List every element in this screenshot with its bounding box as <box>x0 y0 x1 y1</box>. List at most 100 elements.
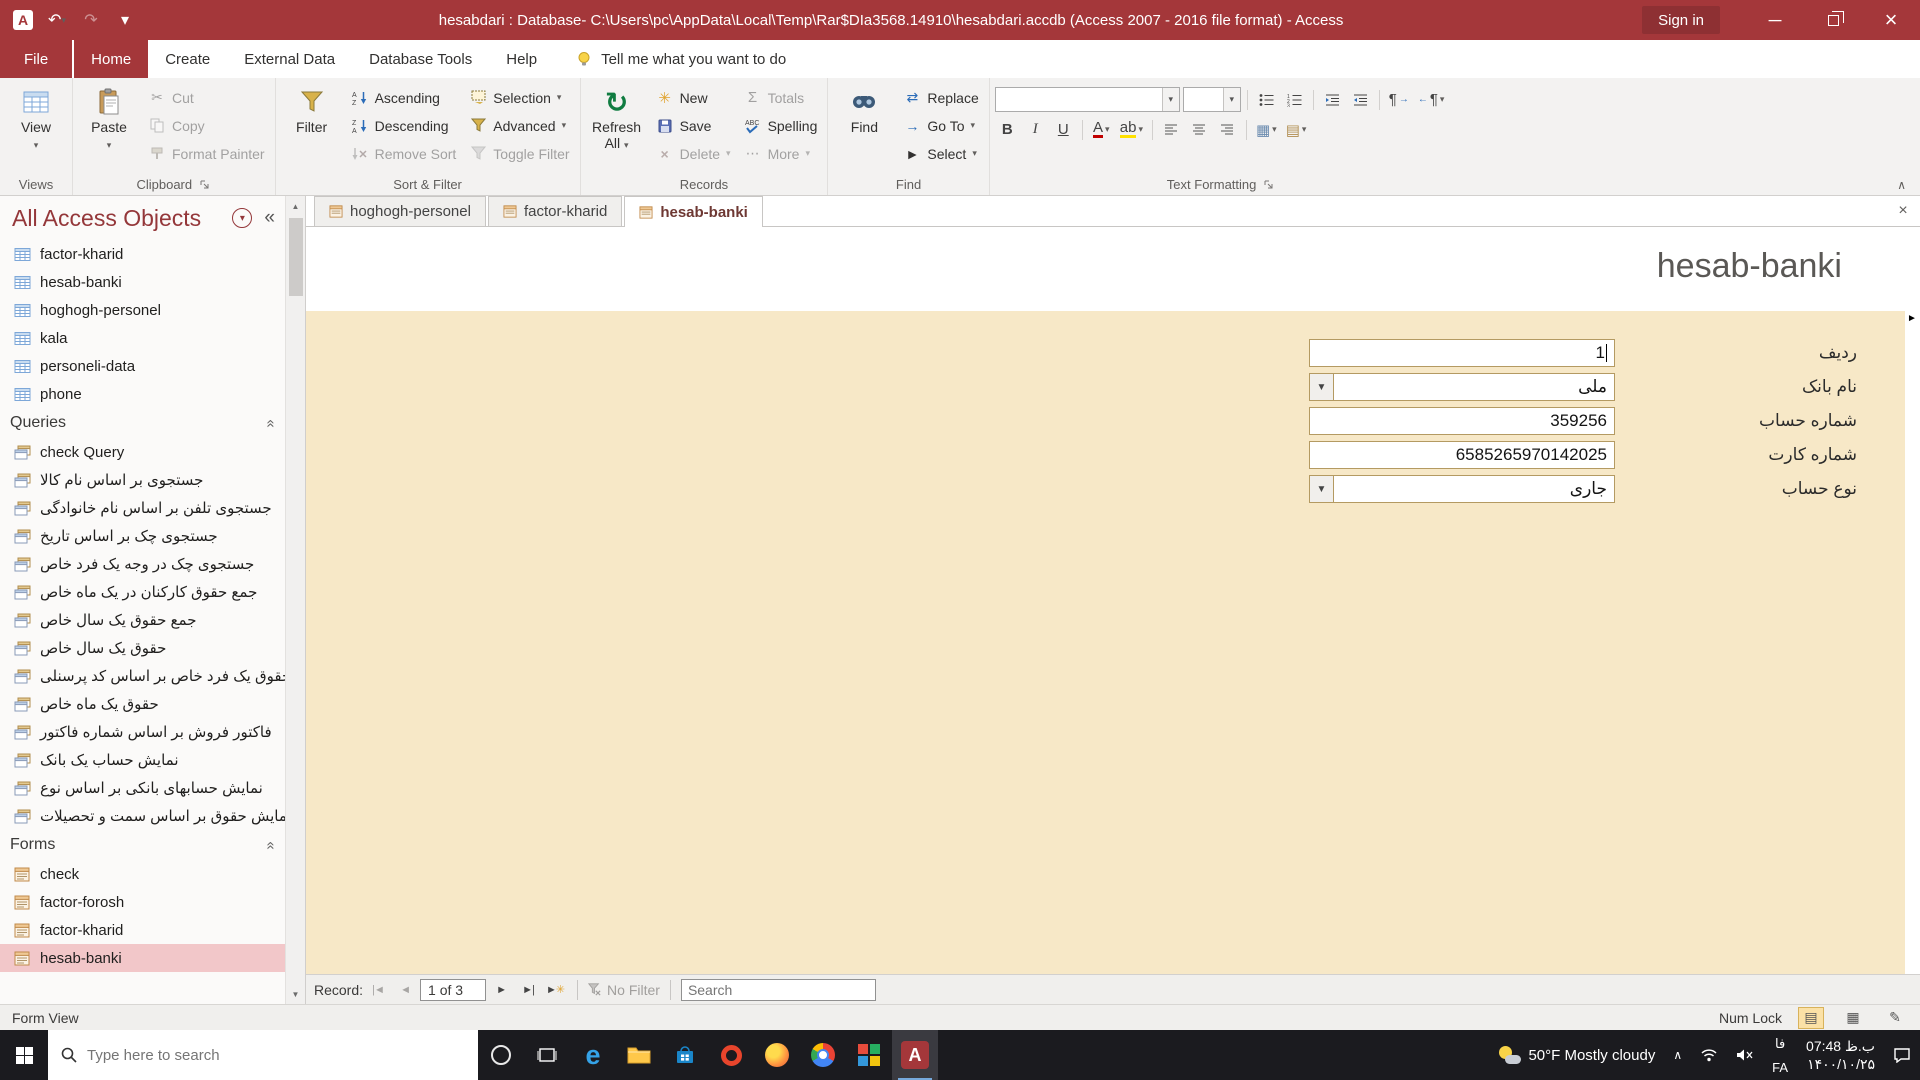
sidebar-item-query[interactable]: فاکتور فروش بر اساس شماره فاکتور <box>0 718 285 746</box>
access-app-icon[interactable]: A <box>8 5 38 35</box>
new-record-button[interactable]: ✳ New <box>651 84 736 111</box>
gridlines-button[interactable]: ▦ ▾ <box>1253 117 1280 142</box>
numbering-button[interactable]: 123 <box>1282 87 1307 112</box>
doc-tab-factor-kharid[interactable]: factor-kharid <box>487 196 623 226</box>
left-to-right-button[interactable]: ¶ → <box>1386 87 1412 112</box>
right-to-left-button[interactable]: ← ¶ ▾ <box>1415 87 1448 112</box>
clock[interactable]: 07:48 ب.ظ ۱۴۰۰/۱۰/۲۵ <box>1797 1030 1884 1080</box>
sidebar-item-form[interactable]: check <box>0 860 285 888</box>
tell-me-box[interactable]: Tell me what you want to do <box>576 40 786 78</box>
filter-button[interactable]: Filter <box>281 81 343 135</box>
delete-record-button[interactable]: × Delete ▾ <box>651 140 736 167</box>
volume-icon[interactable] <box>1727 1030 1763 1080</box>
format-painter-button[interactable]: Format Painter <box>143 140 270 167</box>
task-view-icon[interactable] <box>524 1030 570 1080</box>
highlight-color-button[interactable]: ab ▾ <box>1117 117 1146 142</box>
sidebar-section-forms[interactable]: Forms « <box>0 830 285 860</box>
remove-sort-button[interactable]: Remove Sort <box>346 140 462 167</box>
close-document-icon[interactable]: × <box>1886 196 1920 226</box>
tab-create[interactable]: Create <box>148 40 227 78</box>
no-filter-button[interactable]: No Filter <box>588 982 660 998</box>
font-color-button[interactable]: A ▾ <box>1089 117 1114 142</box>
store-icon[interactable] <box>662 1030 708 1080</box>
qat-customize-icon[interactable]: ▾ <box>110 5 140 35</box>
tab-home[interactable]: Home <box>74 40 149 78</box>
sign-in-button[interactable]: Sign in <box>1642 6 1720 34</box>
sidebar-item-table[interactable]: phone <box>0 380 285 408</box>
sidebar-item-query[interactable]: نمایش حسابهای بانکی بر اساس نوع <box>0 774 285 802</box>
design-view-button[interactable]: ✎ <box>1882 1007 1908 1029</box>
previous-record-button[interactable]: ◄ <box>393 979 417 1001</box>
record-position[interactable]: 1 of 3 <box>420 978 487 1001</box>
refresh-all-button[interactable]: ↻ Refresh All ▾ <box>586 81 648 153</box>
toggle-filter-button[interactable]: Toggle Filter <box>464 140 574 167</box>
cut-button[interactable]: ✂ Cut <box>143 84 270 111</box>
totals-button[interactable]: Σ Totals <box>739 84 823 111</box>
chrome-icon[interactable] <box>800 1030 846 1080</box>
sidebar-item-query[interactable]: جستجوی بر اساس نام کالا <box>0 466 285 494</box>
minimize-button[interactable]: ─ <box>1746 0 1804 40</box>
access-taskbar-icon[interactable]: A <box>892 1030 938 1080</box>
sidebar-item-query[interactable]: نمایش حقوق بر اساس سمت و تحصیلات <box>0 802 285 830</box>
action-center-icon[interactable] <box>1884 1030 1920 1080</box>
sidebar-item-table[interactable]: hesab-banki <box>0 268 285 296</box>
sidebar-item-query[interactable]: حقوق یک سال خاص <box>0 634 285 662</box>
sidebar-section-queries[interactable]: Queries « <box>0 408 285 438</box>
new-record-nav-button[interactable]: ► ✳ <box>543 979 567 1001</box>
combo-dropdown-icon[interactable]: ▼ <box>1310 374 1334 400</box>
start-button[interactable] <box>0 1030 48 1080</box>
cortana-icon[interactable] <box>478 1030 524 1080</box>
increase-indent-button[interactable] <box>1348 87 1373 112</box>
file-explorer-icon[interactable] <box>616 1030 662 1080</box>
bank-name-combo[interactable]: ▼ ملی <box>1309 373 1615 401</box>
edge-icon[interactable]: e <box>570 1030 616 1080</box>
sidebar-item-table[interactable]: personeli-data <box>0 352 285 380</box>
card-number-input[interactable]: 6585265970142025 <box>1309 441 1615 469</box>
align-left-button[interactable] <box>1159 117 1184 142</box>
hidden-icons-chevron[interactable]: ∧ <box>1664 1030 1691 1080</box>
taskbar-search-box[interactable] <box>48 1030 478 1080</box>
sidebar-item-query[interactable]: حقوق یک فرد خاص بر اساس کد پرسنلی <box>0 662 285 690</box>
restore-button[interactable] <box>1804 0 1862 40</box>
paste-button[interactable]: Paste ▾ <box>78 81 140 153</box>
sidebar-item-table[interactable]: hoghogh-personel <box>0 296 285 324</box>
account-number-input[interactable]: 359256 <box>1309 407 1615 435</box>
view-button[interactable]: View ▾ <box>5 81 67 153</box>
go-to-button[interactable]: → Go To ▾ <box>898 112 983 139</box>
sidebar-item-query[interactable]: check Query <box>0 438 285 466</box>
decrease-indent-button[interactable] <box>1320 87 1345 112</box>
first-record-button[interactable]: |◄ <box>366 979 390 1001</box>
last-record-button[interactable]: ►| <box>516 979 540 1001</box>
font-size-combo[interactable]: ▾ <box>1182 87 1241 112</box>
select-button[interactable]: ► Select ▾ <box>898 140 983 167</box>
alternate-row-color-button[interactable]: ▤ ▾ <box>1283 117 1310 142</box>
collapse-ribbon-icon[interactable]: ∧ <box>1897 178 1906 192</box>
tab-external-data[interactable]: External Data <box>227 40 352 78</box>
network-icon[interactable] <box>1691 1030 1727 1080</box>
datasheet-view-button[interactable]: ▦ <box>1840 1007 1866 1029</box>
scroll-down-icon[interactable]: ▼ <box>286 984 305 1004</box>
sidebar-scrollbar[interactable]: ▲ ▼ <box>285 196 305 1004</box>
weather-widget[interactable]: 50°F Mostly cloudy <box>1490 1030 1664 1080</box>
tab-help[interactable]: Help <box>489 40 554 78</box>
next-record-button[interactable]: ► <box>489 979 513 1001</box>
spelling-button[interactable]: ABC Spelling <box>739 112 823 139</box>
combo-dropdown-icon[interactable]: ▼ <box>1310 476 1334 502</box>
bold-button[interactable]: B <box>995 117 1020 142</box>
sidebar-item-form[interactable]: factor-forosh <box>0 888 285 916</box>
ascending-button[interactable]: A Z Ascending <box>346 84 462 111</box>
clipboard-dialog-launcher-icon[interactable] <box>199 179 211 191</box>
sidebar-item-query[interactable]: حقوق یک ماه خاص <box>0 690 285 718</box>
find-button[interactable]: Find <box>833 81 895 135</box>
account-type-combo[interactable]: ▼ جاری <box>1309 475 1615 503</box>
tab-file[interactable]: File <box>0 40 73 78</box>
scrollbar-thumb[interactable] <box>288 218 303 296</box>
underline-button[interactable]: U <box>1051 117 1076 142</box>
font-name-combo[interactable]: ▾ <box>994 87 1180 112</box>
align-right-button[interactable] <box>1215 117 1240 142</box>
nav-pane-menu-icon[interactable]: ▾ <box>232 208 253 228</box>
replace-button[interactable]: ⇄ Replace <box>898 84 983 111</box>
sidebar-item-query[interactable]: جستجوی تلفن بر اساس نام خانوادگی <box>0 494 285 522</box>
more-button[interactable]: ⋯ More ▾ <box>739 140 823 167</box>
redo-icon[interactable]: ↷ <box>76 5 106 35</box>
